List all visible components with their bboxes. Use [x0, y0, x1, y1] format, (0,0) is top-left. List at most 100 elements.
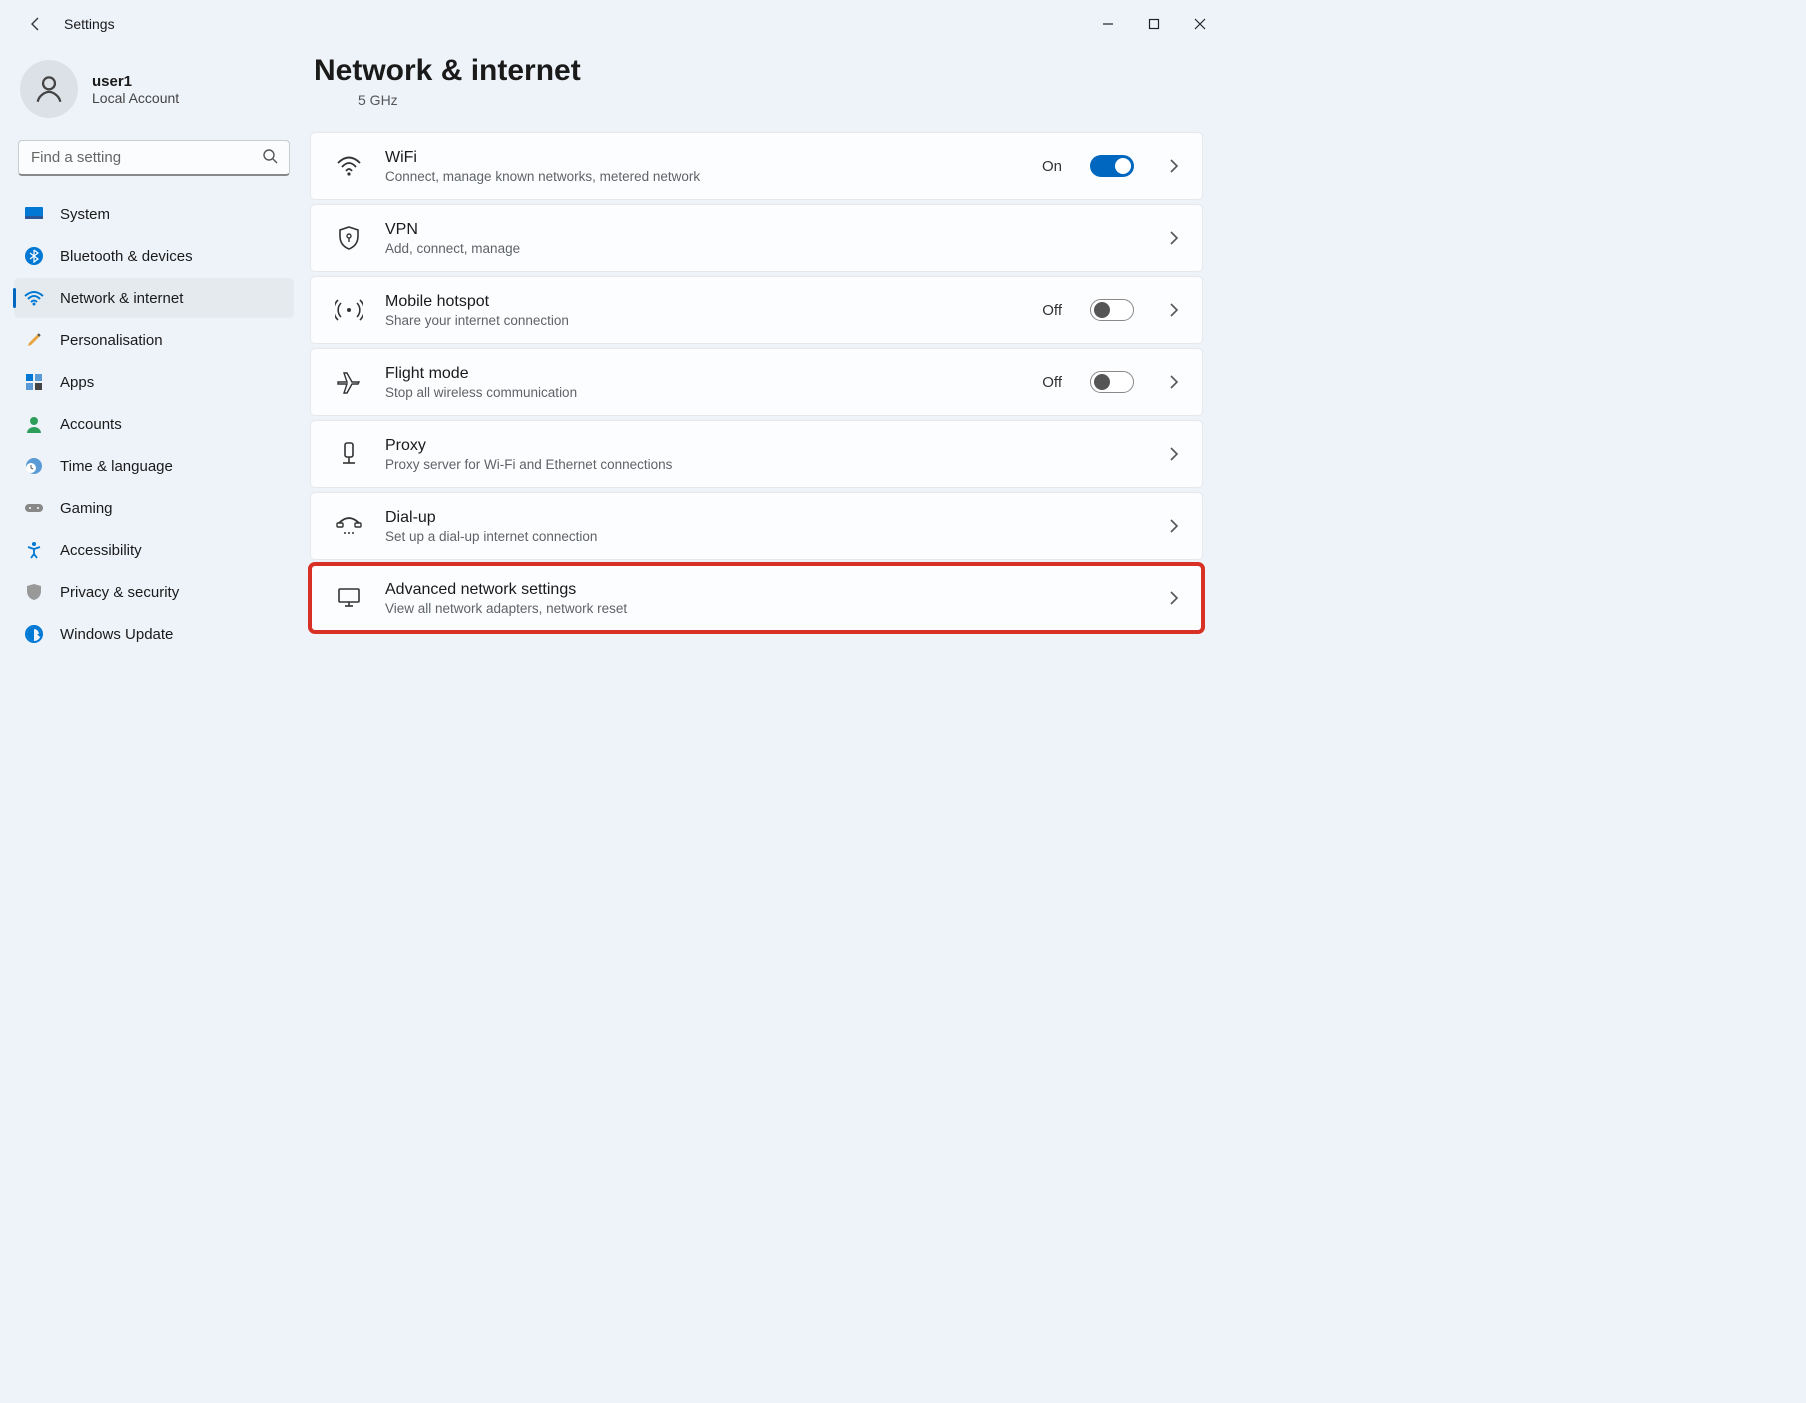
arrow-left-icon [28, 16, 44, 32]
card-flight-mode[interactable]: Flight mode Stop all wireless communicat… [310, 348, 1203, 416]
sidebar-item-personalisation[interactable]: Personalisation [14, 320, 294, 360]
monitor-icon [24, 204, 44, 224]
close-button[interactable] [1177, 8, 1223, 40]
card-proxy[interactable]: Proxy Proxy server for Wi-Fi and Etherne… [310, 420, 1203, 488]
app-title: Settings [64, 16, 115, 32]
hotspot-state-label: Off [1042, 302, 1062, 319]
sidebar-item-time-language[interactable]: Time & language [14, 446, 294, 486]
window-controls [1085, 8, 1223, 40]
sidebar-item-apps[interactable]: Apps [14, 362, 294, 402]
card-text: Dial-up Set up a dial-up internet connec… [385, 509, 1144, 544]
card-dialup[interactable]: Dial-up Set up a dial-up internet connec… [310, 492, 1203, 560]
maximize-icon [1148, 18, 1160, 30]
hotspot-icon [335, 296, 363, 324]
card-sub: Proxy server for Wi-Fi and Ethernet conn… [385, 457, 1144, 472]
card-sub: Set up a dial-up internet connection [385, 529, 1144, 544]
user-icon [32, 72, 66, 106]
wifi-state-label: On [1042, 158, 1062, 175]
chevron-right-icon [1166, 446, 1182, 462]
sidebar-item-label: Time & language [60, 458, 173, 475]
accessibility-icon [24, 540, 44, 560]
chevron-right-icon [1166, 302, 1182, 318]
card-title: VPN [385, 221, 1144, 239]
sidebar-item-label: System [60, 206, 110, 223]
sidebar-item-accounts[interactable]: Accounts [14, 404, 294, 444]
bluetooth-icon [24, 246, 44, 266]
vpn-shield-icon [335, 224, 363, 252]
card-title: Mobile hotspot [385, 293, 1020, 311]
maximize-button[interactable] [1131, 8, 1177, 40]
card-sub: Share your internet connection [385, 313, 1020, 328]
gamepad-icon [24, 498, 44, 518]
card-sub: Connect, manage known networks, metered … [385, 169, 1020, 184]
card-text: Advanced network settings View all netwo… [385, 581, 1144, 616]
chevron-right-icon [1166, 590, 1182, 606]
sidebar-item-system[interactable]: System [14, 194, 294, 234]
sidebar-item-label: Personalisation [60, 332, 163, 349]
sidebar-item-label: Apps [60, 374, 94, 391]
card-sub: Stop all wireless communication [385, 385, 1020, 400]
computer-settings-icon [335, 584, 363, 612]
nav: System Bluetooth & devices Network & int… [14, 194, 294, 654]
dialup-phone-icon [335, 512, 363, 540]
wifi-icon [335, 152, 363, 180]
flight-state-label: Off [1042, 374, 1062, 391]
sidebar-item-gaming[interactable]: Gaming [14, 488, 294, 528]
apps-icon [24, 372, 44, 392]
sidebar-item-accessibility[interactable]: Accessibility [14, 530, 294, 570]
chevron-right-icon [1166, 230, 1182, 246]
page-title: Network & internet [314, 54, 1203, 88]
sidebar-item-network[interactable]: Network & internet [14, 278, 294, 318]
main: Network & internet 5 GHz WiFi Connect, m… [300, 48, 1223, 950]
minimize-button[interactable] [1085, 8, 1131, 40]
back-button[interactable] [20, 8, 52, 40]
chevron-right-icon [1166, 158, 1182, 174]
sidebar-item-label: Privacy & security [60, 584, 179, 601]
sidebar-item-bluetooth[interactable]: Bluetooth & devices [14, 236, 294, 276]
sidebar: user1 Local Account System Bluetooth & d… [0, 48, 300, 950]
flight-toggle[interactable] [1090, 371, 1134, 393]
avatar [20, 60, 78, 118]
card-text: Flight mode Stop all wireless communicat… [385, 365, 1020, 400]
sidebar-item-label: Gaming [60, 500, 113, 517]
card-text: Proxy Proxy server for Wi-Fi and Etherne… [385, 437, 1144, 472]
clock-globe-icon [24, 456, 44, 476]
wifi-icon [24, 288, 44, 308]
minimize-icon [1102, 18, 1114, 30]
wifi-toggle[interactable] [1090, 155, 1134, 177]
page-subtitle: 5 GHz [358, 92, 1203, 108]
card-text: VPN Add, connect, manage [385, 221, 1144, 256]
card-mobile-hotspot[interactable]: Mobile hotspot Share your internet conne… [310, 276, 1203, 344]
card-vpn[interactable]: VPN Add, connect, manage [310, 204, 1203, 272]
hotspot-toggle[interactable] [1090, 299, 1134, 321]
settings-window: Settings user1 Local Account [0, 0, 1223, 950]
search-icon [262, 148, 278, 169]
card-sub: Add, connect, manage [385, 241, 1144, 256]
sidebar-item-label: Windows Update [60, 626, 173, 643]
card-title: Proxy [385, 437, 1144, 455]
search-input[interactable] [18, 140, 290, 176]
card-sub: View all network adapters, network reset [385, 601, 1144, 616]
body: user1 Local Account System Bluetooth & d… [0, 48, 1223, 950]
card-title: Dial-up [385, 509, 1144, 527]
card-title: Advanced network settings [385, 581, 1144, 599]
paintbrush-icon [24, 330, 44, 350]
sidebar-item-label: Network & internet [60, 290, 183, 307]
sidebar-item-label: Accounts [60, 416, 122, 433]
user-sub: Local Account [92, 90, 179, 106]
search-wrap [14, 134, 294, 194]
chevron-right-icon [1166, 374, 1182, 390]
person-icon [24, 414, 44, 434]
card-wifi[interactable]: WiFi Connect, manage known networks, met… [310, 132, 1203, 200]
chevron-right-icon [1166, 518, 1182, 534]
card-title: Flight mode [385, 365, 1020, 383]
settings-cards: WiFi Connect, manage known networks, met… [310, 132, 1203, 632]
sidebar-item-privacy[interactable]: Privacy & security [14, 572, 294, 612]
user-block[interactable]: user1 Local Account [14, 60, 294, 134]
card-text: Mobile hotspot Share your internet conne… [385, 293, 1020, 328]
user-name: user1 [92, 73, 179, 90]
update-icon [24, 624, 44, 644]
sidebar-item-windows-update[interactable]: Windows Update [14, 614, 294, 654]
card-advanced-network[interactable]: Advanced network settings View all netwo… [310, 564, 1203, 632]
sidebar-item-label: Bluetooth & devices [60, 248, 193, 265]
